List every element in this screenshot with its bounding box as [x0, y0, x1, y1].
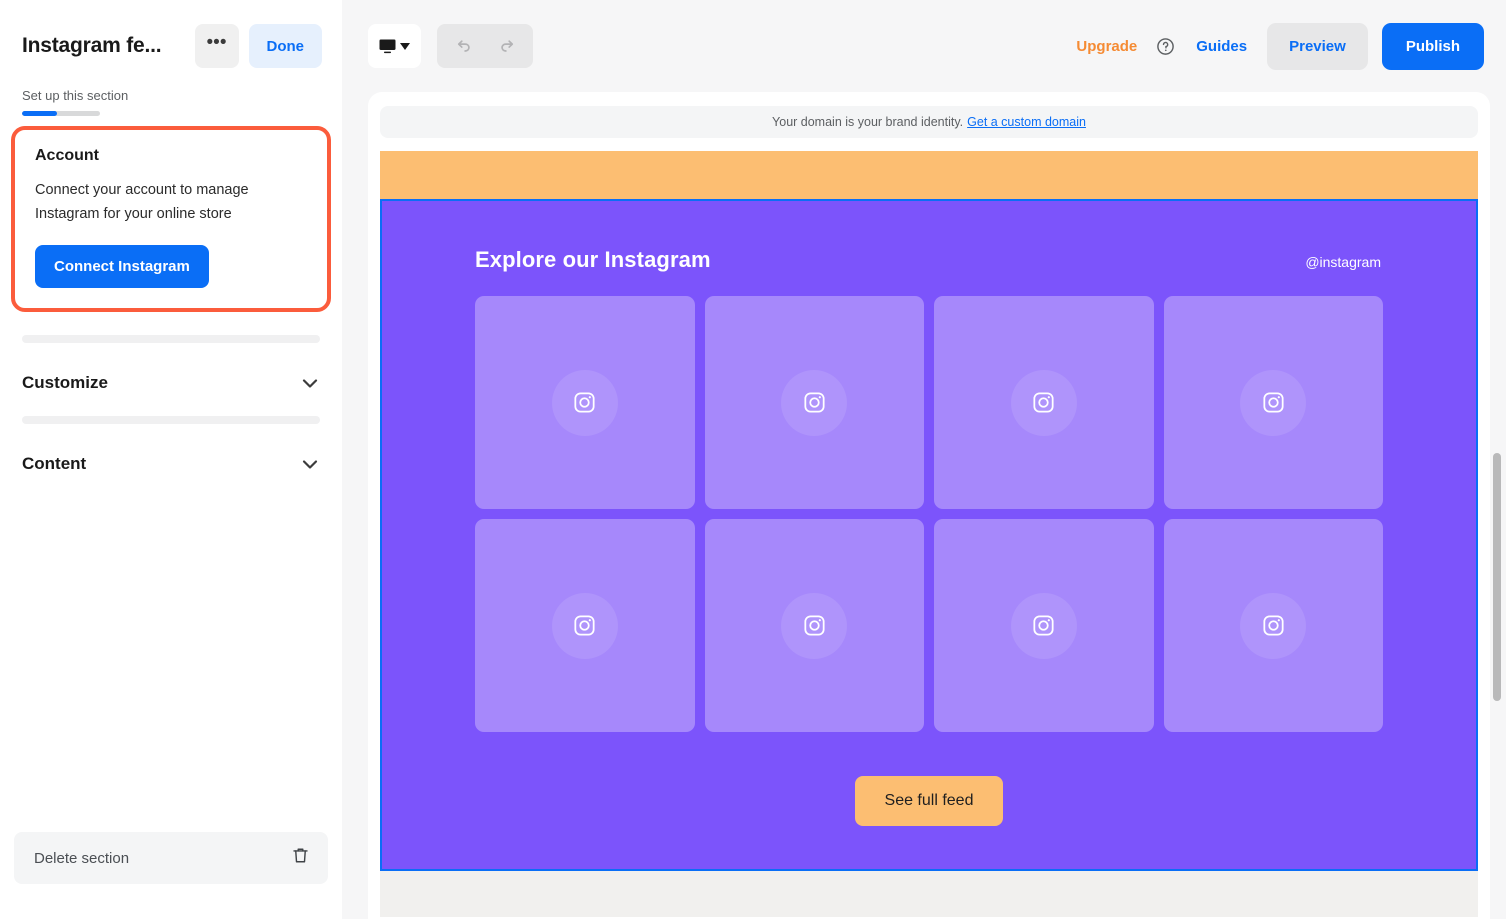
sidebar-item-customize[interactable]: Customize [22, 343, 320, 393]
delete-section-button[interactable]: Delete section [14, 832, 328, 884]
chevron-down-icon [300, 454, 320, 474]
domain-banner-text: Your domain is your brand identity. [772, 115, 964, 129]
undo-arrow-icon [454, 37, 473, 56]
delete-section-label: Delete section [34, 849, 130, 867]
instagram-tile-placeholder [781, 592, 848, 659]
instagram-tile-placeholder [1010, 592, 1077, 659]
sidebar-item-label: Customize [22, 372, 108, 392]
instagram-icon [1261, 613, 1286, 638]
theme-editor-app: Instagram fe... ••• Done Set up this sec… [0, 0, 1506, 919]
instagram-heading: Explore our Instagram [475, 247, 711, 272]
sidebar-item-content[interactable]: Content [22, 424, 320, 474]
instagram-tile-placeholder [781, 369, 848, 436]
page-title: Instagram fe... [22, 34, 162, 57]
instagram-tile-placeholder [1240, 592, 1307, 659]
editor-toolbar: Upgrade Guides Preview Publish [342, 0, 1506, 92]
instagram-cta-wrapper: See full feed [475, 776, 1383, 826]
instagram-tile[interactable] [475, 519, 695, 732]
toolbar-right-actions: Upgrade Guides Preview Publish [1066, 22, 1484, 70]
announcement-bar-section[interactable] [380, 151, 1478, 199]
instagram-tile-placeholder [551, 592, 618, 659]
instagram-tile[interactable] [704, 296, 924, 509]
section-settings-sidebar: Instagram fe... ••• Done Set up this sec… [0, 0, 342, 919]
instagram-icon [1031, 613, 1056, 638]
publish-button[interactable]: Publish [1381, 22, 1484, 70]
store-preview-canvas: Your domain is your brand identity. Get … [368, 92, 1490, 919]
instagram-tile-grid [475, 296, 1383, 732]
redo-arrow-icon [498, 37, 517, 56]
instagram-tile[interactable] [934, 519, 1154, 732]
setup-progress-label: Set up this section [22, 88, 129, 103]
canvas-scrollbar[interactable] [1490, 100, 1503, 911]
sidebar-divider-2 [22, 415, 320, 424]
instagram-icon [572, 613, 597, 638]
redo-button[interactable] [485, 24, 529, 68]
done-button[interactable]: Done [248, 24, 322, 68]
caret-down-icon [400, 42, 410, 50]
get-custom-domain-link[interactable]: Get a custom domain [967, 115, 1086, 129]
editor-pane: Upgrade Guides Preview Publish Your doma… [342, 0, 1506, 919]
connect-instagram-button[interactable]: Connect Instagram [35, 244, 209, 288]
question-mark-circle-icon[interactable] [1147, 37, 1184, 56]
instagram-tile-placeholder [1240, 369, 1307, 436]
instagram-feed-section[interactable]: Explore our Instagram @instagram See ful… [380, 199, 1478, 871]
instagram-tile[interactable] [475, 296, 695, 509]
upgrade-link[interactable]: Upgrade [1066, 38, 1147, 55]
instagram-section-header: Explore our Instagram @instagram [475, 247, 1383, 273]
preview-button[interactable]: Preview [1267, 22, 1368, 70]
chevron-down-icon [300, 373, 320, 393]
domain-banner: Your domain is your brand identity. Get … [380, 106, 1478, 138]
account-card: Account Connect your account to manage I… [11, 126, 331, 312]
instagram-icon [802, 613, 827, 638]
sidebar-item-label: Content [22, 453, 87, 473]
trash-icon [291, 846, 310, 870]
instagram-tile[interactable] [1163, 519, 1383, 732]
instagram-tile-placeholder [551, 369, 618, 436]
account-card-description: Connect your account to manage Instagram… [35, 182, 249, 222]
see-full-feed-button[interactable]: See full feed [854, 776, 1004, 826]
account-card-wrapper: Account Connect your account to manage I… [0, 116, 342, 312]
guides-link[interactable]: Guides [1184, 38, 1259, 55]
instagram-tile[interactable] [934, 296, 1154, 509]
desktop-monitor-icon [379, 39, 396, 54]
instagram-icon [572, 390, 597, 415]
canvas-scrollbar-thumb[interactable] [1493, 453, 1501, 701]
instagram-tile[interactable] [704, 519, 924, 732]
delete-section-wrapper: Delete section [0, 832, 342, 919]
more-options-button[interactable]: ••• [194, 24, 239, 68]
account-card-title: Account [35, 147, 99, 164]
instagram-tile[interactable] [1163, 296, 1383, 509]
instagram-icon [802, 390, 827, 415]
undo-button[interactable] [441, 24, 485, 68]
instagram-icon [1261, 390, 1286, 415]
instagram-icon [1031, 390, 1056, 415]
sidebar-divider-1 [22, 334, 320, 343]
device-selector[interactable] [368, 24, 421, 68]
instagram-handle: @instagram [1305, 254, 1381, 270]
undo-redo-group [437, 24, 533, 68]
footer-section-placeholder[interactable] [380, 871, 1478, 917]
instagram-tile-placeholder [1010, 369, 1077, 436]
sidebar-header: Instagram fe... ••• Done [0, 0, 342, 74]
